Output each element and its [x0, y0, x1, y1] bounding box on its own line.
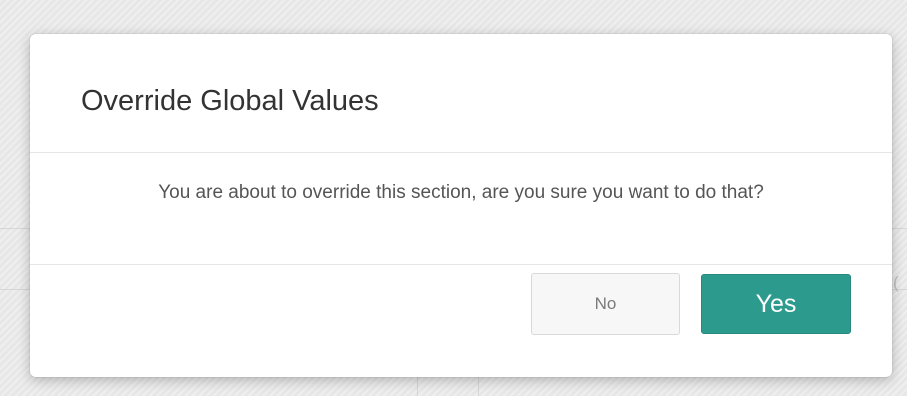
override-dialog: Override Global Values You are about to … — [30, 34, 892, 377]
dialog-footer: No Yes — [30, 265, 892, 377]
no-button[interactable]: No — [531, 273, 680, 335]
dialog-header: Override Global Values — [30, 34, 892, 153]
dialog-body: You are about to override this section, … — [30, 153, 892, 265]
background-partial-text: ( — [893, 273, 899, 292]
dialog-title: Override Global Values — [81, 85, 379, 117]
yes-button[interactable]: Yes — [701, 274, 851, 334]
dialog-message: You are about to override this section, … — [158, 182, 764, 203]
backdrop-divider — [478, 375, 479, 396]
backdrop-divider — [417, 375, 418, 396]
